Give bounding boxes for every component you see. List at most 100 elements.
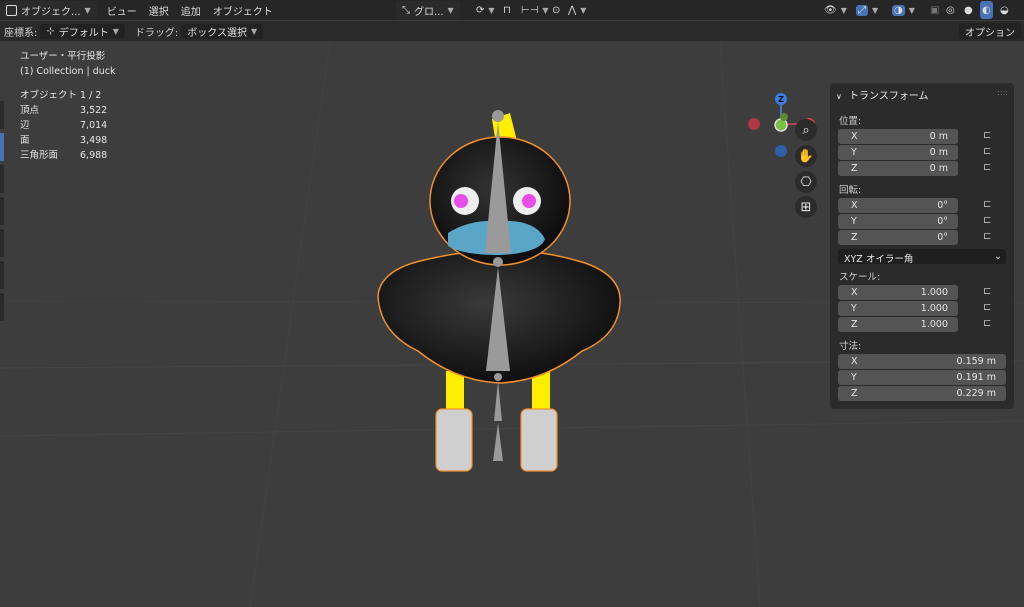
scale-label: スケール: [839,272,881,283]
scale-z-field[interactable]: Z 1.000 [838,317,958,332]
axis-label: X [851,131,858,142]
scale-x-field[interactable]: X 1.000 [838,285,958,300]
zoom-icon[interactable]: ⌕ [795,119,817,141]
options-label: オプション [965,27,1015,39]
duck-foot-left [435,408,473,472]
orientation-icon: ⤡ [402,4,410,16]
camera-icon[interactable]: ⎔ [795,171,817,193]
dimensions-z-field[interactable]: Z 0.229 m [838,386,1006,401]
transform-panel: ∨ トランスフォーム :::: 位置: X0 m Y0 m Z0 m ⊏ ⊏ ⊏… [830,83,1014,409]
panel-title: トランスフォーム [849,91,929,102]
lock-icon[interactable]: ⊏ [983,130,991,141]
xray-toggle[interactable]: ▣ [924,1,945,19]
chevron-down-icon: ▼ [447,5,454,15]
dimensions-x-field[interactable]: X 0.159 m [838,354,1006,369]
lock-icon[interactable]: ⊏ [983,215,991,226]
chevron-down-icon: ▼ [872,5,879,15]
pivot-point-button[interactable]: ⟳ ▼ [470,1,501,19]
menu-add[interactable]: 追加 [175,1,207,19]
field-value: 0.159 m [956,356,996,367]
menu-view[interactable]: ビュー [101,1,143,19]
orientation-label: 座標系: [4,27,38,39]
magnet-icon: ⊓ [503,4,511,16]
field-value: 0° [937,216,948,227]
lock-icon[interactable]: ⊏ [983,318,991,329]
visibility-dropdown[interactable]: 👁 ▼ [818,1,853,19]
axis-label: Z [851,319,858,330]
options-button[interactable]: オプション [959,23,1021,39]
transform-orientation-dropdown[interactable]: ⤡ グロ... ▼ [396,1,460,19]
menu-select[interactable]: 選択 [143,1,175,19]
shading-wireframe-button[interactable]: ◎ [944,1,957,19]
lock-icon[interactable]: ⊏ [983,302,991,313]
drag-handle-icon[interactable]: :::: [997,88,1008,97]
falloff-curve-icon: ⋀ [568,4,577,16]
3d-viewport[interactable]: ユーザー・平行投影 (1) Collection | duck オブジェクト 1 … [0,41,1024,607]
menu-object[interactable]: オブジェクト [207,1,279,19]
gizmo-z-label: Z [778,95,784,104]
drag-value: ボックス選択 [187,27,247,39]
gizmo-icon: ⤢ [856,4,868,16]
rotation-y-field[interactable]: Y 0° [838,214,958,229]
tool-settings-bar: 座標系: ⊹ デフォルト ▼ ドラッグ: ボックス選択 ▼ [0,21,1024,41]
xray-icon: ▣ [930,4,940,16]
location-x-field[interactable]: X 0 m [838,129,958,144]
field-value: 0 m [929,163,948,174]
axis-label: X [851,200,858,211]
lock-icon[interactable]: ⊏ [983,231,991,242]
eye-icon: 👁 [824,4,837,16]
field-value: 0 m [929,147,948,158]
field-value: 1.000 [920,287,948,298]
chevron-down-icon: ▼ [488,5,495,15]
lock-icon[interactable]: ⊏ [983,162,991,173]
duck-foot-right [520,408,558,472]
chevron-down-icon: ∨ [836,92,842,101]
axis-label: Z [851,232,858,243]
chevron-down-icon: ▼ [112,26,119,36]
lock-icon[interactable]: ⊏ [983,199,991,210]
rotation-label: 回転: [839,185,862,196]
field-value: 0.191 m [956,372,996,383]
drag-label: ドラッグ: [134,27,179,39]
field-value: 1.000 [920,319,948,330]
field-value: 0° [937,200,948,211]
overlays-toggle[interactable]: ◑ ▼ [886,1,921,19]
rotation-x-field[interactable]: X 0° [838,198,958,213]
shading-solid-button[interactable]: ● [962,1,975,19]
lock-icon[interactable]: ⊏ [983,286,991,297]
gizmo-toggle[interactable]: ⤢ ▼ [850,1,884,19]
perspective-grid-icon[interactable]: ⊞ [795,196,817,218]
pivot-icon: ⟳ [476,4,485,16]
rotation-mode-dropdown[interactable]: XYZ オイラー角 ⌄ [838,249,1006,265]
lock-icon[interactable]: ⊏ [983,146,991,157]
location-label: 位置: [839,116,862,127]
falloff-dropdown[interactable]: ⋀ ▼ [562,1,592,19]
orientation-value: デフォルト [58,27,109,39]
scale-y-field[interactable]: Y 1.000 [838,301,958,316]
snap-toggle[interactable]: ⊓ [497,1,517,19]
chevron-down-icon: ▼ [580,5,587,15]
axis-label: Z [851,163,858,174]
dimensions-y-field[interactable]: Y 0.191 m [838,370,1006,385]
shading-rendered-button[interactable]: ◒ [998,1,1011,19]
snap-target-icon: ⊢⊣ [521,4,539,16]
mode-selector[interactable]: オブジェク... ▼ [0,1,97,19]
armature-bone [494,381,502,421]
rotation-z-field[interactable]: Z 0° [838,230,958,245]
axis-label: Z [851,388,858,399]
axis-label: Y [851,216,857,227]
panel-header[interactable]: ∨ トランスフォーム [836,87,929,102]
overlays-icon: ◑ [892,4,905,16]
pan-hand-icon[interactable]: ✋ [795,145,817,167]
location-z-field[interactable]: Z 0 m [838,161,958,176]
location-y-field[interactable]: Y 0 m [838,145,958,160]
chevron-down-icon: ▼ [84,5,91,15]
drag-dropdown[interactable]: ボックス選択 ▼ [181,23,264,39]
axis-label: Y [851,303,857,314]
shading-material-button[interactable]: ◐ [980,1,993,19]
solid-sphere-icon: ● [964,4,973,16]
rendered-sphere-icon: ◒ [1000,4,1009,16]
orientation-dropdown[interactable]: ⊹ デフォルト ▼ [40,23,125,39]
proportional-edit-icon: ⊙ [552,4,561,16]
chevron-down-icon: ⌄ [994,251,1002,262]
